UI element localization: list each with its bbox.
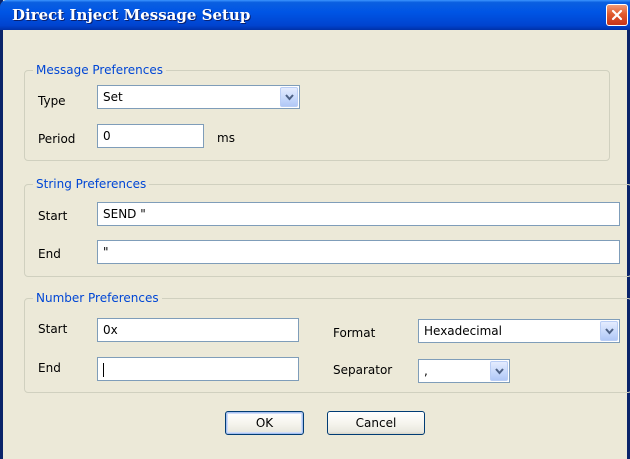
string-end-label: End: [38, 247, 61, 261]
chevron-down-icon: [495, 368, 504, 375]
type-select[interactable]: Set: [97, 85, 300, 109]
period-unit-label: ms: [217, 131, 235, 145]
dialog-window: Direct Inject Message Setup Message Pref…: [0, 0, 630, 459]
string-start-input[interactable]: SEND ": [97, 202, 620, 226]
separator-label: Separator: [333, 363, 393, 377]
group-legend: Number Preferences: [33, 291, 162, 305]
title-bar[interactable]: Direct Inject Message Setup: [0, 0, 630, 30]
string-end-input[interactable]: ": [97, 240, 620, 264]
type-label: Type: [38, 94, 66, 108]
group-legend: Message Preferences: [33, 63, 166, 77]
separator-select-arrow[interactable]: [490, 361, 508, 381]
number-end-input[interactable]: [97, 357, 299, 381]
chevron-down-icon: [285, 94, 294, 101]
type-select-value: Set: [103, 90, 123, 104]
format-select-value: Hexadecimal: [424, 324, 502, 338]
period-label: Period: [38, 132, 76, 146]
format-select-arrow[interactable]: [600, 321, 618, 341]
string-start-label: Start: [38, 209, 68, 223]
number-end-label: End: [38, 361, 61, 375]
number-start-label: Start: [38, 322, 68, 336]
ok-button[interactable]: OK: [225, 411, 304, 435]
separator-select-value: ,: [424, 364, 428, 378]
type-select-arrow[interactable]: [280, 87, 298, 107]
close-icon: [611, 9, 623, 21]
format-label: Format: [333, 326, 376, 340]
period-input[interactable]: 0: [97, 124, 204, 148]
cancel-button[interactable]: Cancel: [327, 411, 425, 435]
group-legend: String Preferences: [33, 177, 150, 191]
close-button[interactable]: [606, 4, 628, 26]
window-title: Direct Inject Message Setup: [12, 6, 251, 24]
number-start-input[interactable]: 0x: [97, 318, 299, 342]
format-select[interactable]: Hexadecimal: [418, 319, 620, 343]
text-caret: [103, 362, 104, 377]
separator-select[interactable]: ,: [418, 359, 510, 383]
chevron-down-icon: [605, 328, 614, 335]
